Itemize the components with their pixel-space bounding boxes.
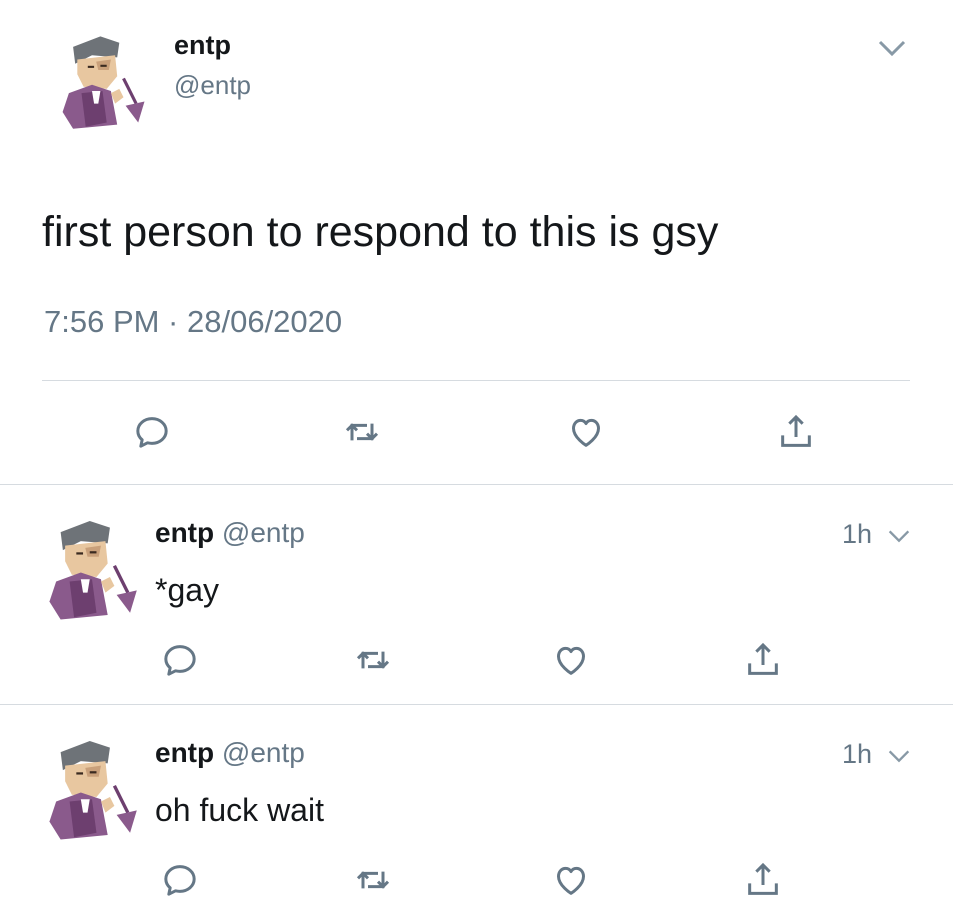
chevron-down-icon[interactable] [884,522,914,550]
avatar[interactable] [36,512,148,624]
tweet-timestamp[interactable]: 7:56 PM · 28/06/2020 [44,304,342,340]
reply-text: *gay [155,572,220,608]
reply-icon[interactable] [160,860,200,900]
share-icon[interactable] [776,412,816,452]
reply-age[interactable]: 1h [842,519,872,550]
divider [0,484,953,485]
avatar[interactable] [50,28,155,133]
tweet-text: first person to respond to this is gsy [42,208,719,256]
handle[interactable]: @entp [222,517,305,548]
retweet-icon[interactable] [353,640,393,680]
display-name[interactable]: entp [155,737,214,768]
chevron-down-icon[interactable] [884,742,914,770]
reply-icon[interactable] [132,412,172,452]
heart-icon[interactable] [551,640,591,680]
handle[interactable]: @entp [222,737,305,768]
heart-icon[interactable] [566,412,606,452]
reply-text: oh fuck wait [155,792,324,828]
reply-icon[interactable] [160,640,200,680]
handle[interactable]: @entp [174,70,251,101]
divider [0,704,953,705]
heart-icon[interactable] [551,860,591,900]
avatar[interactable] [36,732,148,844]
retweet-icon[interactable] [353,860,393,900]
retweet-icon[interactable] [342,412,382,452]
share-icon[interactable] [743,860,783,900]
chevron-down-icon[interactable] [872,30,912,66]
display-name[interactable]: entp [155,517,214,548]
divider [42,380,910,381]
share-icon[interactable] [743,640,783,680]
display-name[interactable]: entp [174,30,231,61]
reply-age[interactable]: 1h [842,739,872,770]
